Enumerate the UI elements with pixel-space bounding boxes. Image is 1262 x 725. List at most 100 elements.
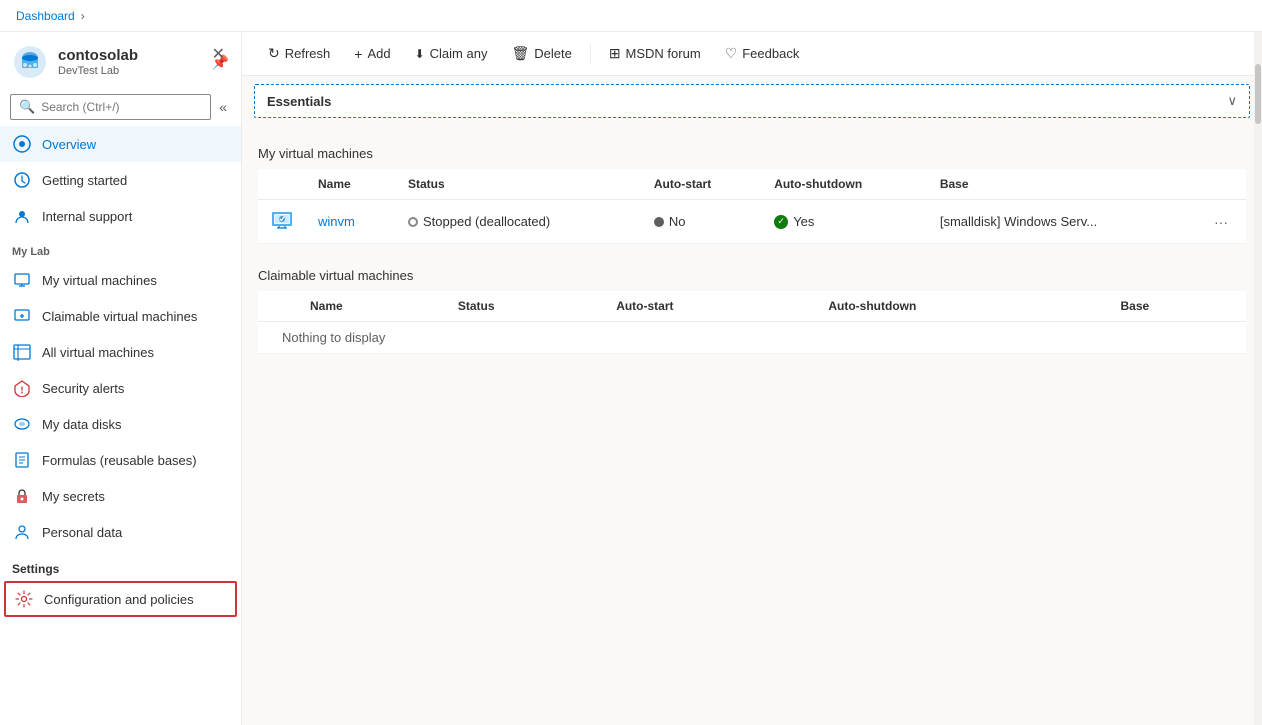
my-vms-icon: [12, 270, 32, 290]
right-scrollbar[interactable]: [1254, 32, 1262, 725]
content-area: ↻ Refresh + Add ⬇ Claim any 🗑 Delete ⊞ M…: [242, 32, 1262, 725]
sidebar-item-internal-support[interactable]: Internal support: [0, 198, 241, 234]
claimable-col-status-header[interactable]: Status: [446, 291, 604, 322]
autostart-text: No: [669, 214, 686, 229]
sidebar-item-my-secrets[interactable]: My secrets: [0, 478, 241, 514]
devtest-lab-icon: [12, 44, 48, 80]
vm-status-cell: Stopped (deallocated): [396, 200, 642, 244]
breadcrumb-dashboard[interactable]: Dashboard: [16, 9, 75, 23]
toolbar: ↻ Refresh + Add ⬇ Claim any 🗑 Delete ⊞ M…: [242, 32, 1262, 76]
sidebar-item-all-vms[interactable]: All virtual machines: [0, 334, 241, 370]
vm-icon-cell: [258, 200, 306, 244]
claimable-table-empty-row: Nothing to display: [258, 322, 1246, 354]
essentials-bar[interactable]: Essentials ∨: [254, 84, 1250, 118]
claimable-col-base-header[interactable]: Base: [1109, 291, 1247, 322]
personal-data-icon: [12, 522, 32, 542]
delete-icon: 🗑: [511, 45, 529, 62]
configuration-icon: [14, 589, 34, 609]
msdn-icon: ⊞: [609, 45, 621, 62]
col-icon-header: [258, 169, 306, 200]
col-status-header[interactable]: Status: [396, 169, 642, 200]
nothing-to-display: Nothing to display: [258, 322, 1246, 354]
content-scroll: My virtual machines Name Status Auto-sta…: [242, 126, 1262, 725]
search-container: 🔍 «: [0, 88, 241, 126]
claim-icon: ⬇: [415, 47, 425, 61]
vm-name-cell[interactable]: winvm: [306, 200, 396, 244]
claimable-vms-section-title: Claimable virtual machines: [258, 268, 1246, 283]
col-autostart-header[interactable]: Auto-start: [642, 169, 762, 200]
status-dot-stopped: [408, 217, 418, 227]
vm-base-cell: [smalldisk] Windows Serv...: [928, 200, 1196, 244]
sidebar-item-label-internal-support: Internal support: [42, 209, 132, 224]
sidebar-item-claimable-vms[interactable]: Claimable virtual machines: [0, 298, 241, 334]
essentials-chevron[interactable]: ∨: [1227, 93, 1237, 109]
sidebar-item-label-getting-started: Getting started: [42, 173, 127, 188]
all-vms-icon: [12, 342, 32, 362]
sidebar-item-label-overview: Overview: [42, 137, 96, 152]
my-vms-table: Name Status Auto-start Auto-shutdown Bas…: [258, 169, 1246, 244]
my-vms-section-title: My virtual machines: [258, 146, 1246, 161]
collapse-button[interactable]: «: [215, 95, 231, 119]
sidebar-item-personal-data[interactable]: Personal data: [0, 514, 241, 550]
feedback-button[interactable]: ♡ Feedback: [715, 40, 810, 67]
col-actions-header: [1196, 169, 1246, 200]
autoshutdown-dot: ✓: [774, 215, 788, 229]
claimable-col-autoshutdown-header[interactable]: Auto-shutdown: [816, 291, 1108, 322]
breadcrumb: Dashboard ›: [0, 0, 1262, 32]
vm-more-button[interactable]: ···: [1208, 212, 1234, 232]
scrollbar-thumb: [1255, 64, 1261, 124]
formulas-icon: [12, 450, 32, 470]
autostart-dot: [654, 217, 664, 227]
security-alerts-icon: [12, 378, 32, 398]
sidebar: contosolab DevTest Lab 📌 ✕ 🔍 « Overview: [0, 32, 242, 725]
close-button[interactable]: ✕: [208, 40, 229, 68]
vm-autoshutdown-cell: ✓ Yes: [762, 200, 928, 244]
claim-any-button[interactable]: ⬇ Claim any: [405, 41, 498, 66]
col-autoshutdown-header[interactable]: Auto-shutdown: [762, 169, 928, 200]
table-row: winvm Stopped (deallocated) No: [258, 200, 1246, 244]
add-button[interactable]: + Add: [344, 41, 400, 67]
sidebar-item-label-personal-data: Personal data: [42, 525, 122, 540]
vm-autostart-cell: No: [642, 200, 762, 244]
sidebar-item-overview[interactable]: Overview: [0, 126, 241, 162]
sidebar-item-label-my-vms: My virtual machines: [42, 273, 157, 288]
search-input[interactable]: [41, 100, 202, 114]
search-box[interactable]: 🔍: [10, 94, 211, 120]
autoshutdown-text: Yes: [793, 214, 814, 229]
sidebar-item-label-all-vms: All virtual machines: [42, 345, 154, 360]
sidebar-item-label-security-alerts: Security alerts: [42, 381, 124, 396]
sidebar-item-label-claimable-vms: Claimable virtual machines: [42, 309, 197, 324]
my-data-disks-icon: [12, 414, 32, 434]
breadcrumb-separator: ›: [81, 9, 85, 23]
feedback-icon: ♡: [725, 45, 738, 62]
settings-section-label: Settings: [0, 550, 241, 580]
vm-more-cell[interactable]: ···: [1196, 200, 1246, 244]
sidebar-item-my-data-disks[interactable]: My data disks: [0, 406, 241, 442]
sidebar-item-label-my-secrets: My secrets: [42, 489, 105, 504]
msdn-forum-button[interactable]: ⊞ MSDN forum: [599, 40, 711, 67]
sidebar-item-getting-started[interactable]: Getting started: [0, 162, 241, 198]
overview-icon: [12, 134, 32, 154]
sidebar-item-formulas[interactable]: Formulas (reusable bases): [0, 442, 241, 478]
claimable-col-autostart-header[interactable]: Auto-start: [604, 291, 816, 322]
col-name-header[interactable]: Name: [306, 169, 396, 200]
toolbar-separator: [590, 44, 591, 64]
essentials-title: Essentials: [267, 94, 331, 109]
claimable-vms-icon: [12, 306, 32, 326]
delete-button[interactable]: 🗑 Delete: [501, 40, 581, 67]
col-base-header[interactable]: Base: [928, 169, 1196, 200]
claimable-col-icon-header: [258, 291, 298, 322]
sidebar-item-my-virtual-machines[interactable]: My virtual machines: [0, 262, 241, 298]
add-icon: +: [354, 46, 362, 62]
mylab-section-label: My Lab: [0, 234, 241, 262]
internal-support-icon: [12, 206, 32, 226]
sidebar-item-configuration-and-policies[interactable]: Configuration and policies: [4, 581, 237, 617]
app-subtitle: DevTest Lab: [58, 65, 202, 77]
claimable-col-name-header[interactable]: Name: [298, 291, 446, 322]
app-title: contosolab: [58, 47, 202, 65]
refresh-icon: ↻: [268, 45, 280, 62]
claimable-vms-table: Name Status Auto-start Auto-shutdown Bas…: [258, 291, 1246, 354]
refresh-button[interactable]: ↻ Refresh: [258, 40, 340, 67]
sidebar-item-label-formulas: Formulas (reusable bases): [42, 453, 197, 468]
sidebar-item-security-alerts[interactable]: Security alerts: [0, 370, 241, 406]
